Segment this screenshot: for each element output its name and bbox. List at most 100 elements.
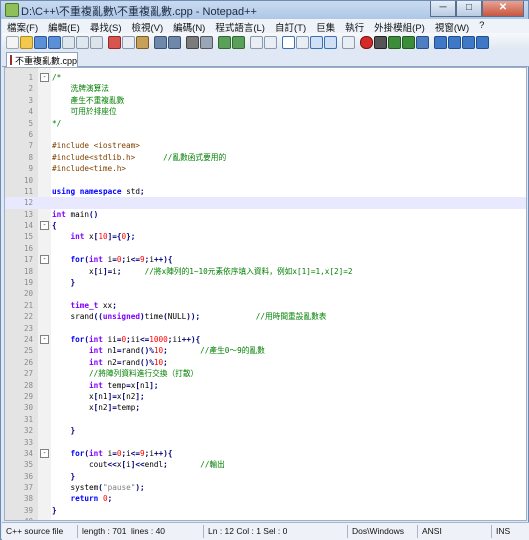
line-number: 8 (28, 152, 33, 162)
notepadpp-app-icon[interactable] (5, 3, 19, 17)
code-line[interactable]: 34- for(int i=0;i<=9;i++){ (5, 448, 526, 459)
menu-search[interactable]: 尋找(S) (85, 19, 127, 34)
code-line[interactable]: 32 } (5, 425, 526, 436)
code-line[interactable]: 23 (5, 323, 526, 334)
align-icon[interactable] (434, 36, 447, 49)
zoom-out-icon[interactable] (232, 36, 245, 49)
code-line[interactable]: 30 x[n2]=temp; (5, 402, 526, 413)
menu-edit[interactable]: 編輯(E) (43, 19, 85, 34)
code-line[interactable]: 7 #include <iostream> (5, 140, 526, 151)
title-bar[interactable]: D:\C++\不重複亂數\不重複亂數.cpp - Notepad++ ─ □ ✕ (1, 1, 528, 19)
print-icon[interactable] (90, 36, 103, 49)
code-line[interactable]: 26 int n2=rand()%10; (5, 357, 526, 368)
record-macro-icon[interactable] (360, 36, 373, 49)
code-line[interactable]: 12 (5, 197, 526, 209)
code-line[interactable]: 9 #include<time.h> (5, 163, 526, 174)
close-file-icon[interactable] (62, 36, 75, 49)
code-line[interactable]: 38 return 0; (5, 493, 526, 504)
play-macro-icon[interactable] (388, 36, 401, 49)
code-line[interactable]: 3 產生不重複亂數 (5, 95, 526, 106)
sync-horizontal-icon[interactable] (264, 36, 277, 49)
code-line[interactable]: 35 cout<<x[i]<<endl; //輸出 (5, 459, 526, 470)
undo-icon[interactable] (154, 36, 167, 49)
code-line[interactable]: 8 #include<stdlib.h> //亂數函式要用的 (5, 152, 526, 163)
copy-icon[interactable] (122, 36, 135, 49)
code-line[interactable]: 1-/* (5, 72, 526, 83)
code-line[interactable]: 21 time_t xx; (5, 300, 526, 311)
open-file-icon[interactable] (20, 36, 33, 49)
indent-guide-icon[interactable] (310, 36, 323, 49)
code-line[interactable]: 24- for(int ii=0;ii<=1000;ii++){ (5, 334, 526, 345)
code-line[interactable]: 31 (5, 414, 526, 425)
code-editor[interactable]: 1-/* 2 洗牌演算法 3 產生不重複亂數 4 可用於排座位 5 */6 7 #includ… (4, 67, 527, 521)
fold-toggle-icon[interactable]: - (40, 255, 49, 265)
code-line[interactable]: 19 } (5, 277, 526, 288)
close-all-icon[interactable] (76, 36, 89, 49)
run-macro-multiple-icon[interactable] (402, 36, 415, 49)
code-line[interactable]: 18 x[i]=i; //將x陣列的1~10元素依序填入資料，例如x[1]=1,… (5, 266, 526, 277)
code-line[interactable]: 33 (5, 437, 526, 448)
code-line[interactable]: 22 srand((unsigned)time(NULL)); //用時間重設亂… (5, 311, 526, 322)
code-line[interactable]: 16 (5, 243, 526, 254)
zoom-in-icon[interactable] (218, 36, 231, 49)
code-line[interactable]: 39} (5, 505, 526, 516)
maximize-button[interactable]: □ (456, 1, 482, 17)
stop-macro-icon[interactable] (374, 36, 387, 49)
tab-file[interactable]: 不重複亂數.cpp (6, 52, 78, 67)
line-number: 29 (23, 391, 33, 401)
menu-macro[interactable]: 巨集 (311, 19, 340, 34)
save-macro-icon[interactable] (416, 36, 429, 49)
fold-toggle-icon[interactable]: - (40, 73, 49, 82)
menu-window[interactable]: 視窗(W) (430, 19, 474, 34)
code-line[interactable]: 13 int main() (5, 209, 526, 220)
sort-icon[interactable] (476, 36, 489, 49)
code-line[interactable]: 37 system("pause"); (5, 482, 526, 493)
redo-icon[interactable] (168, 36, 181, 49)
code-line[interactable]: 28 int temp=x[n1]; (5, 380, 526, 391)
function-list-icon[interactable] (342, 36, 355, 49)
unsaved-file-icon (10, 55, 12, 65)
code-line[interactable]: 40 (5, 516, 526, 520)
close-button[interactable]: ✕ (482, 1, 524, 17)
code-line[interactable]: 20 (5, 288, 526, 299)
menu-encoding[interactable]: 編碼(N) (168, 19, 210, 34)
code-line[interactable]: 2 洗牌演算法 (5, 83, 526, 94)
fold-toggle-icon[interactable]: - (40, 448, 49, 458)
save-all-icon[interactable] (48, 36, 61, 49)
new-file-icon[interactable] (6, 36, 19, 49)
code-line[interactable]: 4 可用於排座位 (5, 106, 526, 117)
code-line[interactable]: 17- for(int i=0;i<=9;i++){ (5, 254, 526, 265)
cut-icon[interactable] (108, 36, 121, 49)
code-line[interactable]: 11 using namespace std; (5, 186, 526, 197)
code-line[interactable]: 6 (5, 129, 526, 140)
code-line[interactable]: 29 x[n1]=x[n2]; (5, 391, 526, 402)
code-line[interactable]: 10 (5, 175, 526, 186)
code-line[interactable]: 5 */ (5, 118, 526, 129)
save-icon[interactable] (34, 36, 47, 49)
sync-vertical-icon[interactable] (250, 36, 263, 49)
code-line[interactable]: 36 } (5, 471, 526, 482)
find-icon[interactable] (186, 36, 199, 49)
replace-icon[interactable] (200, 36, 213, 49)
menu-language[interactable]: 程式語言(L) (210, 19, 270, 34)
fold-toggle-icon[interactable]: - (40, 221, 49, 231)
menu-settings[interactable]: 自訂(T) (270, 19, 311, 34)
menu-view[interactable]: 檢視(V) (126, 19, 168, 34)
code-line[interactable]: 25 int n1=rand()%10; //產生0～9的亂數 (5, 345, 526, 356)
menu-run[interactable]: 執行 (340, 19, 369, 34)
code-line[interactable]: 14-{ (5, 220, 526, 231)
move-down-icon[interactable] (462, 36, 475, 49)
menu-plugins[interactable]: 外掛模組(P) (369, 19, 430, 34)
code-line[interactable]: 15 int x[10]={0}; (5, 231, 526, 242)
word-wrap-icon[interactable] (282, 36, 295, 49)
menu-file[interactable]: 檔案(F) (2, 19, 43, 34)
show-all-characters-icon[interactable] (296, 36, 309, 49)
minimize-button[interactable]: ─ (430, 1, 456, 17)
menu-help[interactable]: ? (474, 19, 489, 33)
code-line[interactable]: 27 //將陣列資料進行交換（打散） (5, 368, 526, 379)
fold-toggle-icon[interactable]: - (40, 334, 49, 344)
paste-icon[interactable] (136, 36, 149, 49)
move-up-icon[interactable] (448, 36, 461, 49)
code-text: #include <iostream> (52, 141, 140, 151)
user-language-icon[interactable] (324, 36, 337, 49)
